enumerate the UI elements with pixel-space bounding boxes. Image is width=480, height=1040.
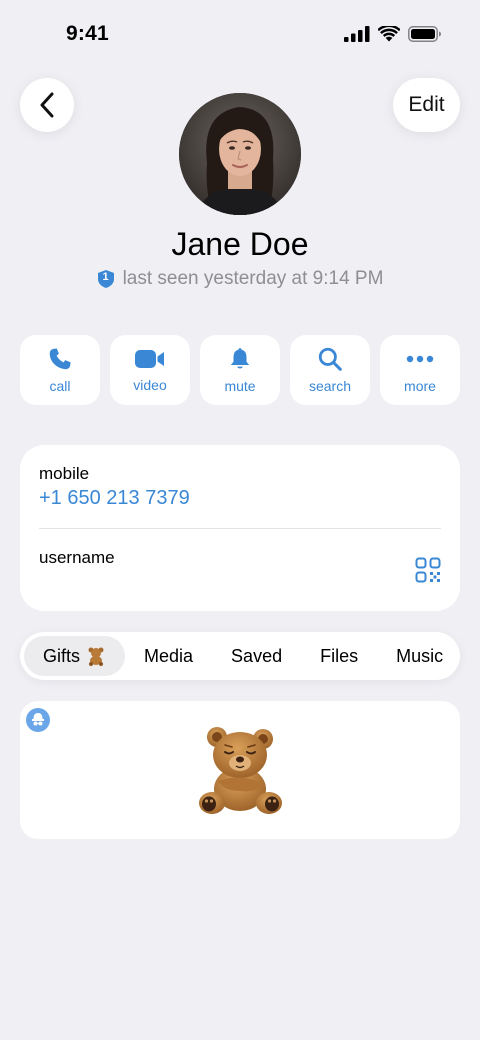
more-button[interactable]: more <box>380 335 460 405</box>
video-label: video <box>133 377 167 393</box>
avatar-photo <box>179 93 301 215</box>
gift-item-teddy-bear[interactable] <box>192 723 288 819</box>
back-button[interactable] <box>20 78 74 132</box>
last-seen-text: last seen yesterday at 9:14 PM <box>122 268 384 289</box>
search-icon <box>318 347 342 371</box>
tab-saved-label: Saved <box>231 645 283 666</box>
tab-gifts[interactable]: Gifts <box>24 636 126 676</box>
profile-name: Jane Doe <box>171 226 309 262</box>
teddy-bear-icon <box>199 727 282 814</box>
mute-button[interactable]: mute <box>200 335 280 405</box>
profile-tabs: Gifts Media Saved Files Music <box>20 632 460 680</box>
mobile-label: mobile <box>39 464 90 483</box>
tab-music-label: Music <box>396 645 444 666</box>
ellipsis-icon <box>406 355 434 363</box>
profile-screen: 9:41 Edit Jane Doe 1 last seen yesterday… <box>0 0 480 1040</box>
phone-number[interactable]: +1 650 213 7379 <box>39 487 190 510</box>
status-badge-number: 1 <box>102 271 109 283</box>
tab-files-label: Files <box>320 645 359 666</box>
call-button[interactable]: call <box>20 335 100 405</box>
video-button[interactable]: video <box>110 335 190 405</box>
divider <box>39 528 441 529</box>
battery-icon <box>408 26 441 42</box>
profile-status: 1 last seen yesterday at 9:14 PM <box>0 268 480 290</box>
tab-saved[interactable]: Saved <box>212 636 301 676</box>
verified-shield-icon: 1 <box>97 269 115 289</box>
gift-badge <box>25 707 51 733</box>
status-icons <box>344 26 442 42</box>
video-camera-icon <box>135 350 164 368</box>
contact-info-card: mobile +1 650 213 7379 username <box>20 445 460 611</box>
search-button[interactable]: search <box>290 335 370 405</box>
gift-badge-icon <box>26 708 50 732</box>
status-time: 9:41 <box>66 22 109 45</box>
call-label: call <box>49 378 71 394</box>
tab-music[interactable]: Music <box>377 636 460 676</box>
gifts-grid <box>20 701 460 839</box>
avatar[interactable] <box>179 93 301 215</box>
qr-code-button[interactable] <box>415 557 441 583</box>
chevron-left-icon <box>40 92 54 118</box>
phone-icon <box>49 348 71 370</box>
signal-icon <box>344 26 370 42</box>
status-bar: 9:41 <box>0 0 480 72</box>
wifi-icon <box>378 26 400 42</box>
tab-media[interactable]: Media <box>125 636 212 676</box>
edit-button[interactable]: Edit <box>393 78 460 132</box>
tab-media-label: Media <box>144 645 194 666</box>
username-label: username <box>39 548 115 567</box>
teddy-bear-icon <box>88 647 104 666</box>
more-label: more <box>404 378 436 394</box>
bell-icon <box>230 348 250 369</box>
tab-gifts-label: Gifts <box>43 645 81 666</box>
tab-files[interactable]: Files <box>301 636 377 676</box>
mute-label: mute <box>224 378 256 394</box>
action-buttons-row: call video mute search more <box>20 335 460 405</box>
search-label: search <box>308 378 352 394</box>
qr-code-icon <box>415 557 441 583</box>
